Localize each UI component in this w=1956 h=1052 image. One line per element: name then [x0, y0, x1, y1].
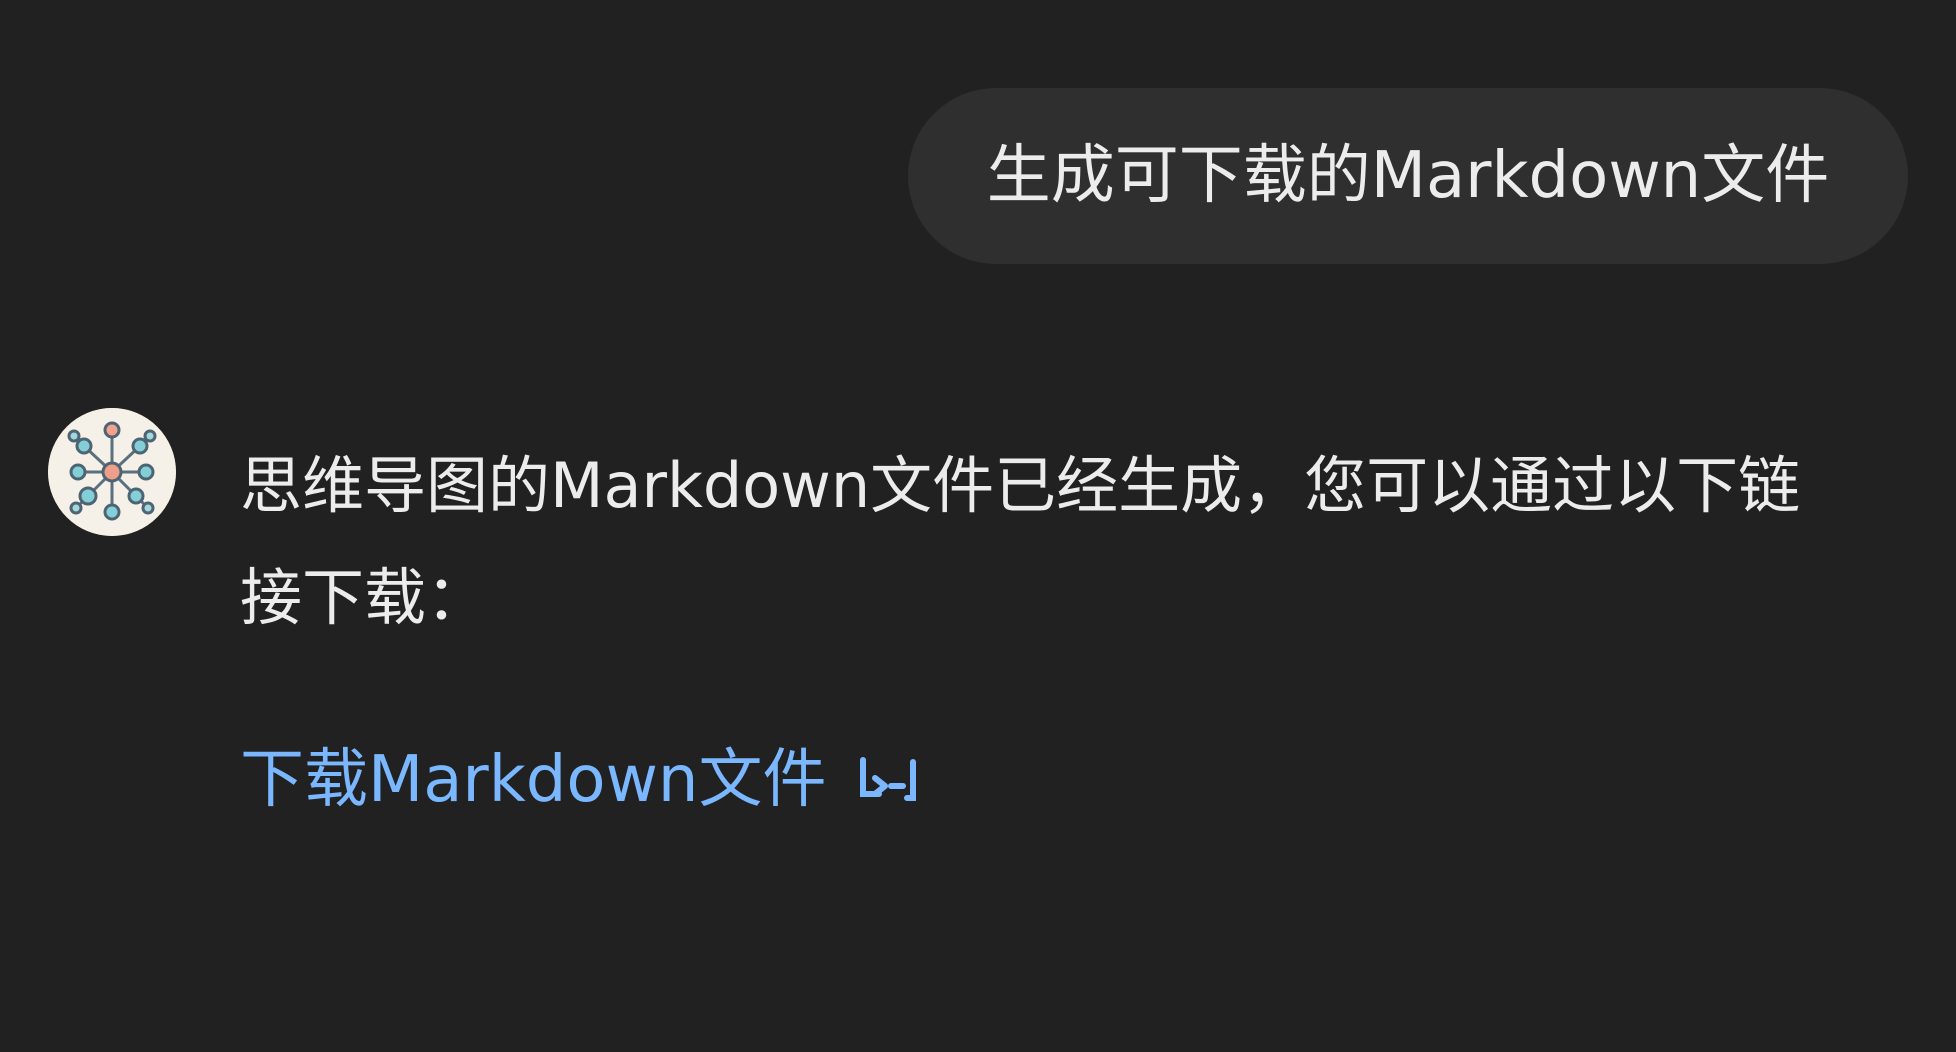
assistant-avatar	[48, 408, 176, 536]
download-arrow-icon	[855, 754, 923, 806]
download-markdown-link[interactable]: 下载Markdown文件	[240, 748, 923, 812]
mind-map-avatar-icon	[48, 408, 176, 536]
chat-page: 生成可下载的Markdown文件 思维导图的Markdown文件已经生成，您可以…	[0, 0, 1956, 1052]
user-message-text: 生成可下载的Markdown文件	[986, 139, 1830, 213]
user-message-bubble: 生成可下载的Markdown文件	[908, 88, 1908, 264]
download-link-label: 下载Markdown文件	[240, 743, 827, 817]
assistant-message-text: 思维导图的Markdown文件已经生成，您可以通过以下链接下载：	[240, 449, 1801, 634]
